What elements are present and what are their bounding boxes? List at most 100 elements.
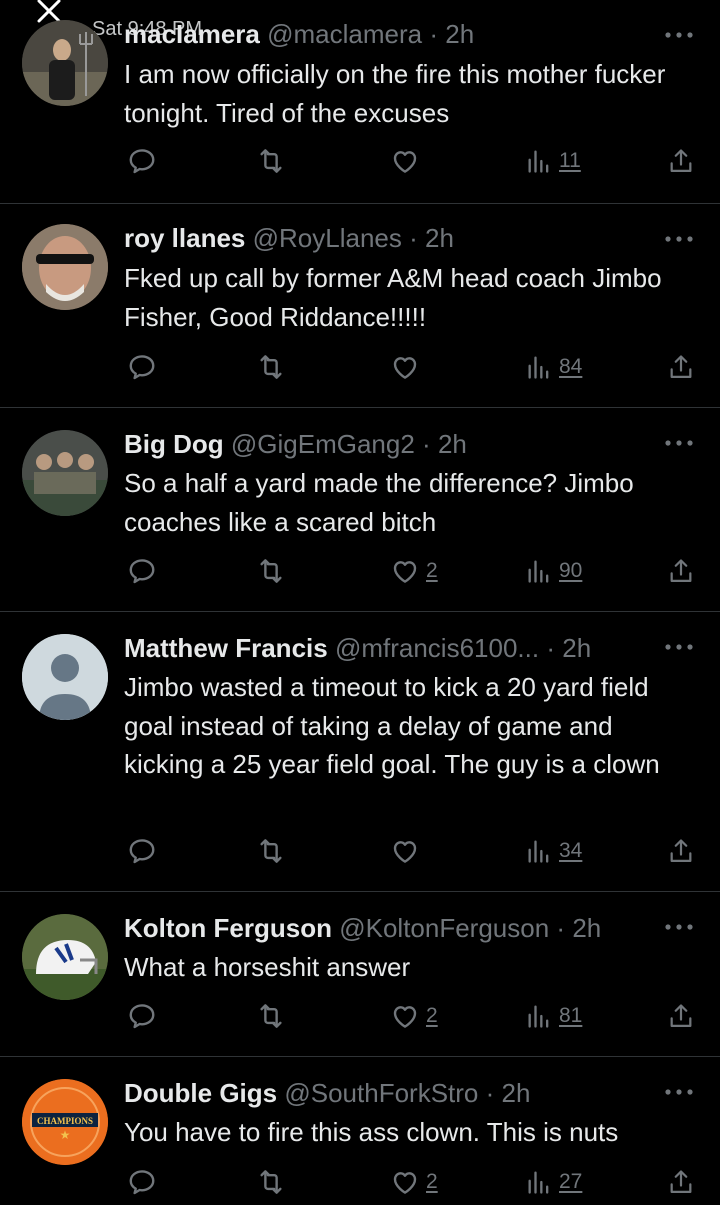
views-button[interactable]: 27 [525, 1167, 582, 1197]
timestamp[interactable]: 2h [438, 429, 467, 459]
views-icon [525, 557, 553, 585]
views-icon [525, 1168, 553, 1196]
views-button[interactable]: 11 [525, 146, 581, 176]
display-name[interactable]: Double Gigs [124, 1078, 277, 1108]
like-button[interactable] [390, 836, 426, 866]
handle[interactable]: @GigEmGang2 [231, 429, 415, 459]
avatar[interactable] [22, 634, 108, 720]
like-button[interactable]: 2 [390, 1167, 438, 1197]
views-button[interactable]: 34 [525, 836, 582, 866]
more-icon[interactable] [664, 439, 694, 447]
timestamp[interactable]: 2h [502, 1078, 531, 1108]
display-name[interactable]: Big Dog [124, 429, 224, 459]
retweet-icon [256, 1167, 286, 1197]
display-name[interactable]: roy llanes [124, 223, 245, 253]
tweet[interactable]: macIamera @maclamera · 2h I am now offic… [0, 0, 720, 204]
more-icon[interactable] [664, 923, 694, 931]
tweet[interactable]: Kolton Ferguson @KoltonFerguson · 2h Wha… [0, 892, 720, 1057]
retweet-icon [256, 556, 286, 586]
retweet-button[interactable] [256, 352, 286, 382]
share-button[interactable] [667, 146, 695, 176]
timestamp[interactable]: 2h [445, 19, 474, 49]
tweet-text: What a horseshit answer [124, 952, 411, 982]
tweet[interactable]: Matthew Francis @mfrancis6100... · 2h Ji… [0, 612, 720, 892]
share-button[interactable] [667, 1001, 695, 1031]
tweet[interactable]: Big Dog @GigEmGang2 · 2h So a half a yar… [0, 408, 720, 612]
like-count: 2 [426, 1170, 438, 1193]
share-icon [667, 557, 695, 585]
reply-button[interactable] [127, 1001, 157, 1031]
avatar[interactable] [22, 914, 108, 1000]
timestamp[interactable]: 2h [562, 633, 591, 663]
avatar[interactable] [22, 224, 108, 310]
tweet-text: Jimbo wasted a timeout to kick a 20 yard… [124, 672, 660, 779]
retweet-button[interactable] [256, 1167, 286, 1197]
like-button[interactable]: 2 [390, 556, 438, 586]
views-button[interactable]: 84 [525, 352, 582, 382]
like-icon [390, 1167, 420, 1197]
timestamp[interactable]: 2h [425, 223, 454, 253]
views-button[interactable]: 81 [525, 1001, 582, 1031]
like-icon [390, 1001, 420, 1031]
more-icon[interactable] [664, 1088, 694, 1096]
handle[interactable]: @mfrancis6100... [335, 633, 539, 663]
handle[interactable]: @maclamera [267, 19, 422, 49]
tweet-text: So a half a yard made the difference? Ji… [124, 468, 634, 537]
share-button[interactable] [667, 556, 695, 586]
share-icon [667, 353, 695, 381]
retweet-button[interactable] [256, 836, 286, 866]
share-button[interactable] [667, 836, 695, 866]
view-count: 11 [559, 149, 581, 172]
reply-button[interactable] [127, 836, 157, 866]
like-count: 2 [426, 1004, 438, 1027]
reply-icon [127, 146, 157, 176]
reply-icon [127, 836, 157, 866]
tweet-text: You have to fire this ass clown. This is… [124, 1117, 619, 1147]
reply-button[interactable] [127, 556, 157, 586]
retweet-button[interactable] [256, 556, 286, 586]
retweet-icon [256, 352, 286, 382]
avatar[interactable] [22, 20, 108, 106]
retweet-icon [256, 836, 286, 866]
retweet-button[interactable] [256, 1001, 286, 1031]
share-icon [667, 837, 695, 865]
display-name[interactable]: macIamera [124, 19, 260, 49]
timestamp[interactable]: 2h [572, 913, 601, 943]
reply-button[interactable] [127, 1167, 157, 1197]
like-button[interactable]: 2 [390, 1001, 438, 1031]
reply-button[interactable] [127, 146, 157, 176]
view-count: 81 [559, 1004, 583, 1027]
display-name[interactable]: Kolton Ferguson [124, 913, 332, 943]
view-count: 34 [559, 839, 583, 862]
handle[interactable]: @KoltonFerguson [339, 913, 549, 943]
display-name[interactable]: Matthew Francis [124, 633, 328, 663]
more-icon[interactable] [664, 235, 694, 243]
more-icon[interactable] [664, 31, 694, 39]
handle[interactable]: @SouthForkStro [284, 1078, 478, 1108]
reply-button[interactable] [127, 352, 157, 382]
retweet-button[interactable] [256, 146, 286, 176]
like-icon [390, 836, 420, 866]
like-button[interactable] [390, 146, 426, 176]
avatar[interactable]: CHAMPIONS ★ [22, 1079, 108, 1165]
like-button[interactable] [390, 352, 426, 382]
views-icon [525, 353, 553, 381]
reply-icon [127, 1001, 157, 1031]
like-icon [390, 146, 420, 176]
view-count: 90 [559, 559, 583, 582]
views-icon [525, 1002, 553, 1030]
tweet[interactable]: CHAMPIONS ★ Double Gigs @SouthForkStro ·… [0, 1057, 720, 1205]
more-icon[interactable] [664, 643, 694, 651]
avatar[interactable] [22, 430, 108, 516]
retweet-icon [256, 146, 286, 176]
share-button[interactable] [667, 1167, 695, 1197]
handle[interactable]: @RoyLlanes [253, 223, 402, 253]
tweet[interactable]: roy llanes @RoyLlanes · 2h Fked up call … [0, 204, 720, 408]
avatar-badge-text: CHAMPIONS [37, 1116, 93, 1126]
share-button[interactable] [667, 352, 695, 382]
share-icon [667, 1002, 695, 1030]
like-icon [390, 556, 420, 586]
reply-icon [127, 556, 157, 586]
views-button[interactable]: 90 [525, 556, 582, 586]
share-icon [667, 147, 695, 175]
